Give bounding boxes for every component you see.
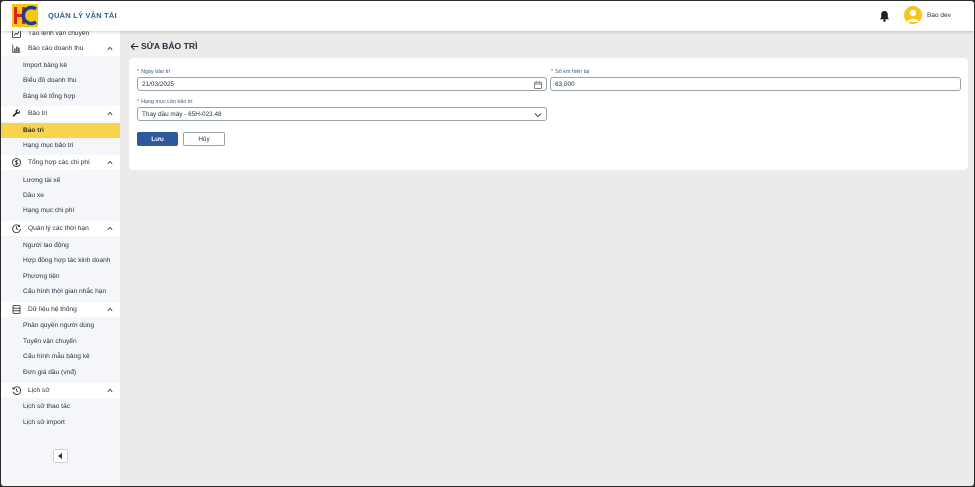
required-mark: * (551, 69, 554, 75)
chart-line-icon (12, 31, 21, 38)
required-mark: * (137, 99, 140, 105)
back-arrow-icon[interactable] (130, 42, 139, 51)
sidebar-item-label: Tuyến vận chuyển (23, 338, 77, 345)
sidebar-item-label: Dữ liệu hệ thống (28, 306, 77, 313)
sidebar-item-label: Biểu đồ doanh thu (23, 77, 77, 84)
app-window: QUẢN LÝ VẬN TẢI Bao dev Lịch sử import Lị… (1, 1, 974, 486)
chevron-up-icon[interactable] (107, 307, 113, 312)
sidebar-item-label: Lương tài xế (23, 177, 61, 184)
sidebar-item-cau-hinh-mau-bang-ke[interactable]: Cấu hình mẫu bảng kê (1, 349, 120, 364)
sidebar-item-label: Quản lý các thời hạn (28, 225, 89, 232)
sidebar-item-label: Hợp đồng hợp tác kinh doanh (23, 257, 111, 264)
sidebar-group-tao-lenh-van-chuyen[interactable]: Tạo lệnh vận chuyển (1, 31, 120, 41)
sidebar-item-label: Tạo lệnh vận chuyển (28, 31, 90, 37)
sidebar-item-nguoi-lao-dong[interactable]: Người lao động (1, 238, 120, 253)
sidebar-item-label: Tổng hợp các chi phí (28, 159, 90, 166)
sidebar-group-quan-ly-cac-thoi-han[interactable]: Quản lý các thời hạn (1, 221, 120, 236)
sidebar-item-luong-tai-xe[interactable]: Lương tài xế (1, 173, 120, 188)
chevron-up-icon[interactable] (107, 46, 113, 51)
cancel-button[interactable]: Hủy (183, 132, 225, 146)
chevron-down-icon[interactable] (534, 111, 542, 119)
km-field-label: * Số km hiện tại (551, 69, 590, 75)
sidebar-item-tuyen-van-chuyen[interactable]: Tuyến vận chuyển (1, 334, 120, 349)
sidebar-item-label: Bảo trì (28, 110, 48, 117)
chevron-up-icon[interactable] (107, 160, 113, 165)
notification-bell-icon[interactable] (879, 10, 890, 22)
company-logo (12, 4, 38, 27)
sidebar-item-label: Lịch sử import (23, 419, 65, 426)
sidebar-item-label: Dầu xe (23, 192, 44, 199)
history-icon (12, 386, 21, 395)
sidebar-group-bao-tri[interactable]: Bảo trì (1, 106, 120, 121)
sidebar-item-hang-muc-bao-tri[interactable]: Hạng mục bảo trì (1, 138, 120, 153)
sidebar-item-label: Đơn giá dầu (vnđ) (23, 369, 77, 376)
calendar-icon[interactable] (534, 81, 542, 89)
sidebar-item-label: Lịch sử (28, 387, 50, 394)
sidebar-item-label: Lịch sử thao tác (23, 403, 70, 410)
sidebar-item-label: Hạng mục bảo trì (23, 142, 74, 149)
sidebar-item-label: Bảo trì (23, 127, 44, 134)
sidebar-item-label: Cấu hình mẫu bảng kê (23, 353, 90, 360)
user-name[interactable]: Bao dev (927, 12, 951, 19)
sidebar-item-label: Người lao động (23, 242, 69, 249)
sidebar-group-lich-su[interactable]: Lịch sử (1, 383, 120, 398)
sidebar-group-tong-hop-cac-chi-phi[interactable]: Tổng hợp các chi phí (1, 155, 120, 170)
sidebar-item-phan-quyen-nguoi-dung[interactable]: Phân quyền người dùng (1, 318, 120, 333)
sidebar-group-bao-cao-doanh-thu[interactable]: Báo cáo doanh thu (1, 41, 120, 56)
edit-maintenance-form: * Ngày bảo trì 21/03/2025 * Số km hiện tại… (129, 58, 968, 170)
sidebar-item-lich-su-import[interactable]: Lịch sử import (1, 415, 120, 430)
sidebar-item-cau-hinh-thoi-gian-nhac-han[interactable]: Cấu hình thời gian nhắc hạn (1, 284, 120, 299)
sidebar-item-label: Phương tiện (23, 273, 60, 280)
user-avatar-icon[interactable] (904, 6, 922, 24)
sidebar-item-hang-muc-chi-phi[interactable]: Hạng mục chi phí (1, 203, 120, 218)
date-field-label: * Ngày bảo trì (137, 69, 171, 75)
sidebar-item-label: Cấu hình thời gian nhắc hạn (23, 288, 107, 295)
sidebar-collapse-button[interactable] (53, 449, 68, 463)
caret-left-icon (58, 453, 62, 459)
sidebar-item-label: Hạng mục chi phí (23, 207, 75, 214)
sidebar: Lịch sử import Lịch sử thao tác Lịch sử Đơn… (1, 31, 120, 486)
app-title: QUẢN LÝ VẬN TẢI (48, 11, 117, 20)
sidebar-item-label: Báo cáo doanh thu (28, 45, 84, 52)
sidebar-item-lich-su-thao-tac[interactable]: Lịch sử thao tác (1, 399, 120, 414)
dollar-icon (12, 158, 21, 167)
sidebar-item-hop-dong-hop-tac-kinh-doanh[interactable]: Hợp đồng hợp tác kinh doanh (1, 253, 120, 268)
wrench-icon (12, 109, 21, 117)
current-km-input[interactable]: 63,000 (550, 77, 961, 91)
bar-chart-icon (12, 44, 21, 53)
sidebar-item-don-gia-dau-vnd[interactable]: Đơn giá dầu (vnđ) (1, 365, 120, 380)
database-icon (12, 305, 21, 314)
category-field-label: * Hạng mục cần bảo trì (137, 99, 193, 105)
save-button[interactable]: Lưu (137, 132, 178, 146)
sidebar-item-import-bang-ke[interactable]: Import bảng kê (1, 58, 120, 73)
sidebar-item-dau-xe[interactable]: Dầu xe (1, 188, 120, 203)
sidebar-item-bang-ke-tong-hop[interactable]: Bảng kê tổng hợp (1, 89, 120, 104)
maintenance-category-select[interactable]: Thay dầu máy - 65H-023.48 (137, 107, 547, 121)
maintenance-date-input[interactable]: 21/03/2025 (137, 77, 547, 91)
sidebar-item-label: Bảng kê tổng hợp (23, 93, 76, 100)
sidebar-group-du-lieu-he-thong[interactable]: Dữ liệu hệ thống (1, 302, 120, 317)
required-mark: * (137, 69, 140, 75)
sidebar-item-label: Import bảng kê (23, 62, 67, 69)
chevron-up-icon[interactable] (107, 111, 113, 116)
chevron-up-icon[interactable] (107, 226, 113, 231)
clock-icon (12, 224, 21, 233)
sidebar-item-bieu-do-doanh-thu[interactable]: Biểu đồ doanh thu (1, 73, 120, 88)
top-header: QUẢN LÝ VẬN TẢI Bao dev (1, 1, 974, 31)
sidebar-item-bao-tri[interactable]: Bảo trì (1, 123, 120, 138)
sidebar-item-phuong-tien[interactable]: Phương tiện (1, 269, 120, 284)
sidebar-item-label: Phân quyền người dùng (23, 322, 95, 329)
page-title: SỬA BẢO TRÌ (141, 41, 198, 51)
chevron-up-icon[interactable] (107, 388, 113, 393)
